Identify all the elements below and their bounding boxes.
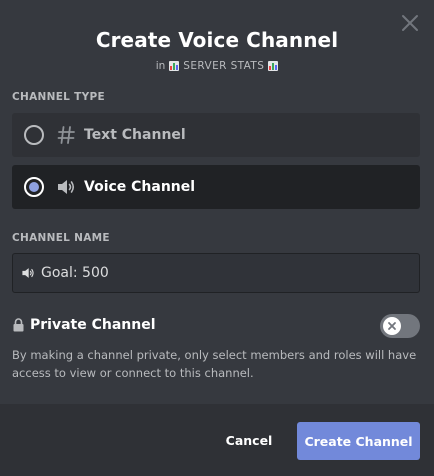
cancel-button[interactable]: Cancel [215, 422, 283, 458]
create-channel-button[interactable]: Create Channel [297, 422, 420, 460]
channel-type-label: Channel Type [12, 91, 105, 103]
lock-icon [13, 318, 24, 332]
modal-title: Create Voice Channel [95, 28, 339, 52]
private-channel-row: Private Channel [12, 313, 420, 338]
private-channel-toggle[interactable] [380, 314, 420, 338]
channel-name-label: Channel Name [12, 232, 110, 244]
speaker-icon [56, 177, 76, 197]
bar-chart-emoji-icon [268, 61, 279, 71]
modal-footer: Cancel Create Channel [0, 404, 434, 476]
server-name: SERVER STATS [183, 60, 265, 72]
speaker-icon [22, 268, 34, 278]
text-channel-label: Text Channel [84, 127, 186, 143]
voice-channel-option[interactable]: Voice Channel [12, 165, 420, 209]
channel-name-field[interactable] [12, 253, 420, 293]
voice-channel-radio[interactable] [24, 177, 44, 197]
modal-subtitle: in SERVER STATS [0, 60, 434, 72]
toggle-knob [383, 317, 401, 335]
hash-icon [56, 125, 76, 145]
create-channel-modal: Create Voice Channel in SERVER STATS Cha… [0, 0, 434, 476]
private-channel-description: By making a channel private, only select… [12, 348, 417, 380]
subtitle-prefix: in [155, 60, 166, 72]
private-channel-label: Private Channel [30, 317, 156, 333]
x-icon [388, 322, 396, 330]
channel-name-input[interactable] [41, 265, 401, 281]
voice-channel-label: Voice Channel [84, 179, 196, 195]
text-channel-option[interactable]: Text Channel [12, 113, 420, 157]
bar-chart-emoji-icon [169, 61, 180, 71]
text-channel-radio[interactable] [24, 125, 44, 145]
